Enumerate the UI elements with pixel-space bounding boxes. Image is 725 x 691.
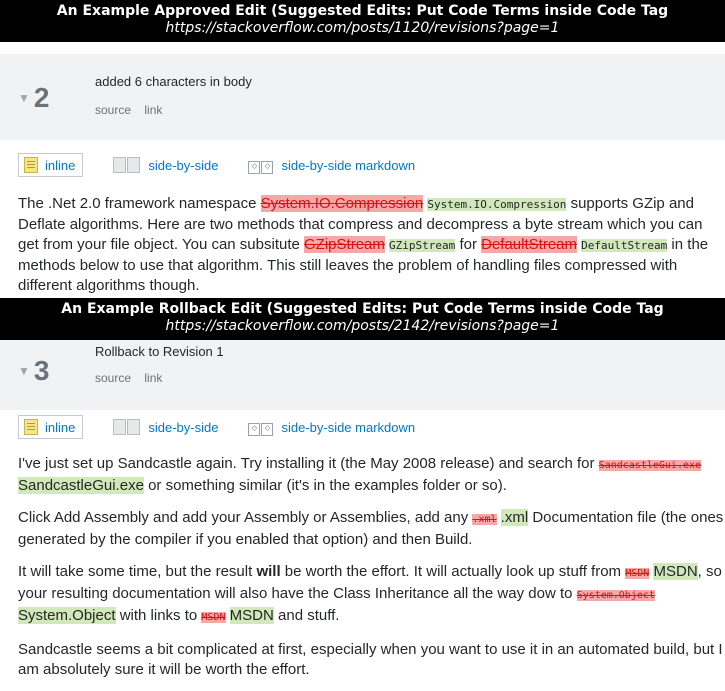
banner-url: https://stackoverflow.com/posts/2142/rev… [165, 318, 560, 334]
body-paragraph: Click Add Assembly and add your Assembly… [18, 509, 724, 548]
inserted-text: .xml [500, 509, 529, 526]
side-by-side-icon [113, 157, 141, 173]
tab-side-by-side-markdown[interactable]: ◇ ◇ side-by-side markdown [248, 418, 415, 436]
inline-view-icon [24, 157, 38, 173]
collapse-triangle-icon[interactable]: ▼ [18, 91, 30, 105]
deleted-text: SandcastleGui.exe [598, 460, 702, 471]
tab-inline[interactable]: inline [18, 415, 84, 439]
banner-url: https://stackoverflow.com/posts/1120/rev… [165, 20, 560, 36]
revision-summary: Rollback to Revision 1 [95, 344, 224, 359]
body-paragraph: Sandcastle seems a bit complicated at fi… [18, 641, 723, 678]
tab-side-by-side[interactable]: side-by-side [113, 419, 218, 435]
diff-view-tabs: inline side-by-side ◇ ◇ side-by-side mark… [18, 414, 725, 440]
inline-view-icon [24, 419, 38, 435]
revision-header: ▼ 3 Rollback to Revision 1 source link [0, 340, 725, 410]
deleted-text: MSDN [625, 568, 650, 579]
deleted-text: DefaultStream [481, 236, 577, 253]
inserted-text: MSDN [653, 563, 698, 580]
inserted-code: System.IO.Compression [427, 198, 567, 211]
collapse-triangle-icon[interactable]: ▼ [18, 364, 30, 378]
revision-summary: added 6 characters in body [95, 74, 252, 89]
inserted-text: MSDN [229, 607, 274, 624]
inserted-code: GZipStream [389, 239, 456, 252]
revision-links: source link [95, 371, 172, 385]
revision-body: The .Net 2.0 framework namespace System.… [0, 194, 725, 296]
markdown-diff-icon: ◇ ◇ [248, 156, 274, 174]
body-paragraph: It will take some time, but the result w… [18, 563, 722, 624]
revision-header: ▼ 2 added 6 characters in body source li… [0, 54, 725, 140]
link-link[interactable]: link [144, 371, 162, 385]
banner-rollback-edit: An Example Rollback Edit (Suggested Edit… [0, 298, 725, 340]
inserted-text: SandcastleGui.exe [18, 477, 144, 494]
banner-approved-edit: An Example Approved Edit (Suggested Edit… [0, 0, 725, 42]
revision-links: source link [95, 103, 172, 117]
source-link[interactable]: source [95, 103, 131, 117]
revision-body: I've just set up Sandcastle again. Try i… [0, 454, 725, 680]
tab-side-by-side-markdown[interactable]: ◇ ◇ side-by-side markdown [248, 156, 415, 174]
deleted-text: GZipStream [304, 236, 385, 253]
link-link[interactable]: link [144, 103, 162, 117]
deleted-text: System.Object [576, 590, 655, 601]
markdown-diff-icon: ◇ ◇ [248, 418, 274, 436]
banner-title: An Example Rollback Edit (Suggested Edit… [61, 301, 664, 317]
banner-title: An Example Approved Edit (Suggested Edit… [56, 3, 669, 19]
tab-inline[interactable]: inline [18, 153, 84, 177]
deleted-text: System.IO.Compression [260, 195, 424, 212]
body-paragraph: The .Net 2.0 framework namespace System.… [18, 195, 709, 294]
inserted-code: DefaultStream [581, 239, 668, 252]
deleted-text: .xml [472, 514, 497, 525]
tab-side-by-side[interactable]: side-by-side [113, 157, 218, 173]
inserted-text: System.Object [18, 607, 116, 624]
deleted-text: MSDN [201, 612, 226, 623]
revision-number: ▼ 2 [18, 82, 50, 113]
body-paragraph: I've just set up Sandcastle again. Try i… [18, 455, 702, 494]
revision-number: ▼ 3 [18, 355, 50, 386]
side-by-side-icon [113, 419, 141, 435]
source-link[interactable]: source [95, 371, 131, 385]
diff-view-tabs: inline side-by-side ◇ ◇ side-by-side mark… [18, 152, 725, 178]
